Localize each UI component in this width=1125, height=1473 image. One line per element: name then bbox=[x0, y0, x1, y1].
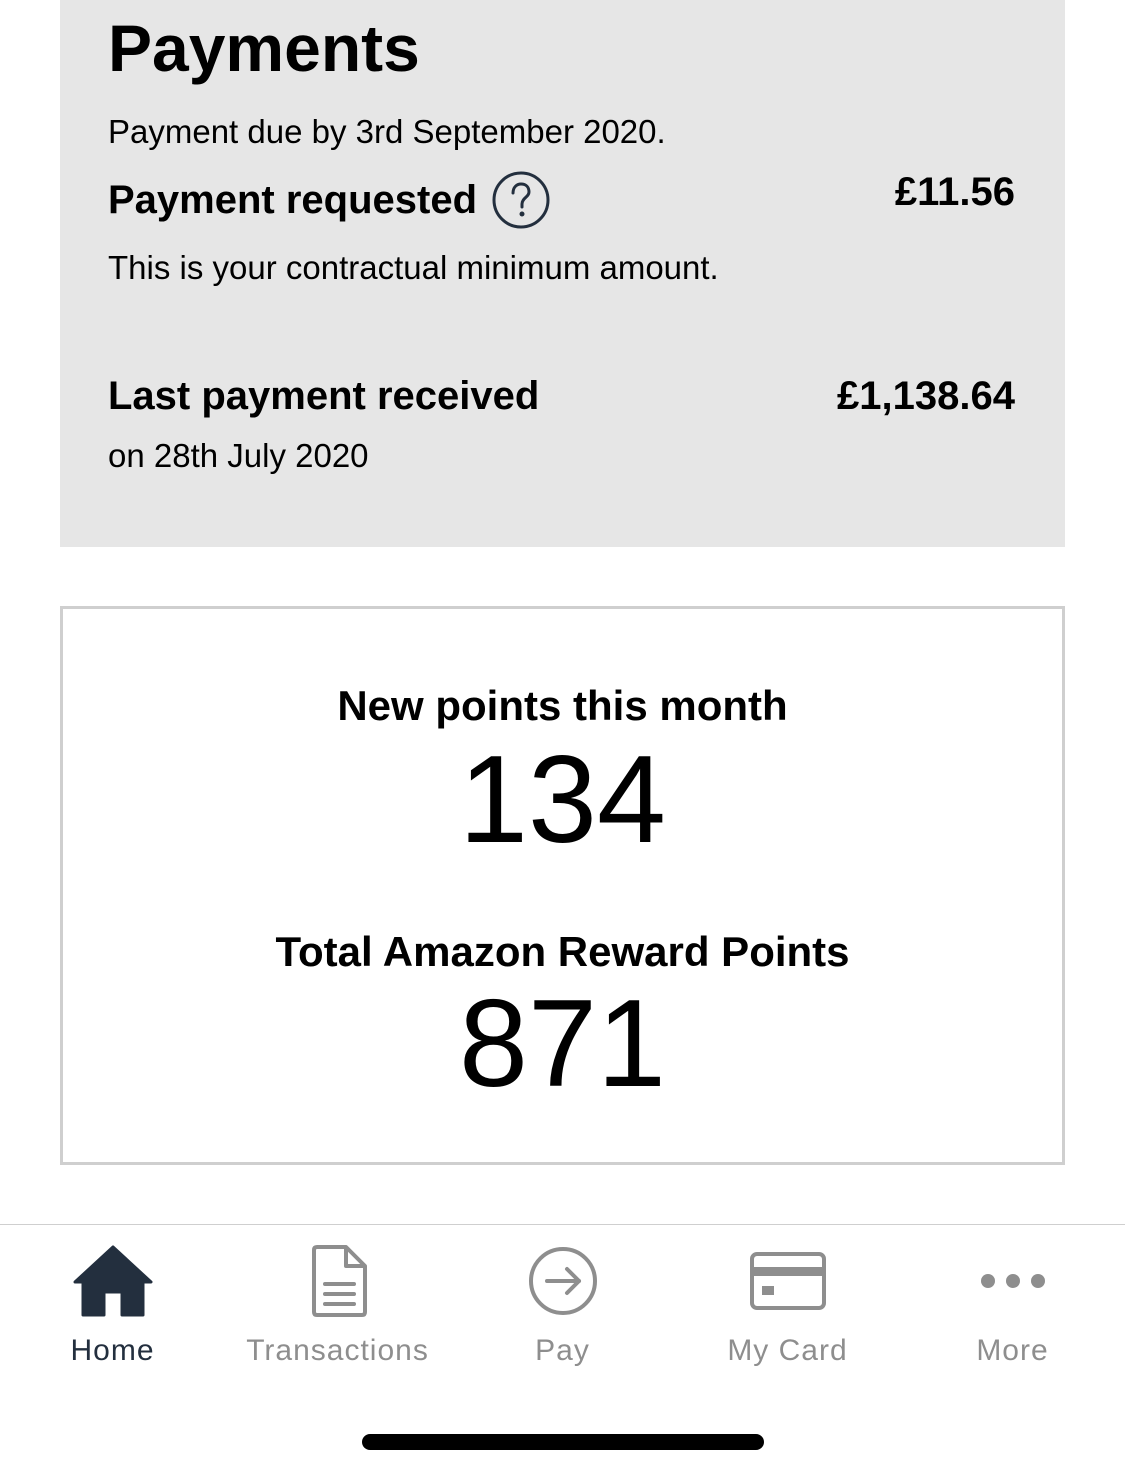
document-icon bbox=[293, 1241, 383, 1321]
payments-card: Payments Payment due by 3rd September 20… bbox=[60, 0, 1065, 547]
tab-transactions[interactable]: Transactions bbox=[225, 1241, 450, 1391]
last-payment-label: Last payment received bbox=[108, 374, 540, 418]
tab-my-card[interactable]: My Card bbox=[675, 1241, 900, 1391]
more-dots-icon bbox=[968, 1241, 1058, 1321]
tab-pay[interactable]: Pay bbox=[450, 1241, 675, 1391]
home-indicator[interactable] bbox=[362, 1434, 764, 1450]
tab-transactions-label: Transactions bbox=[246, 1334, 429, 1367]
card-icon bbox=[743, 1241, 833, 1321]
total-points-label: Total Amazon Reward Points bbox=[275, 928, 850, 975]
tab-home-label: Home bbox=[70, 1334, 155, 1367]
new-points-value: 134 bbox=[459, 731, 666, 869]
help-icon[interactable] bbox=[491, 170, 551, 230]
payment-requested-row: Payment requested bbox=[108, 170, 551, 230]
reward-points-card: New points this month 134 Total Amazon R… bbox=[60, 606, 1065, 1165]
payments-title: Payments bbox=[108, 11, 420, 85]
last-payment-amount: £1,138.64 bbox=[837, 374, 1015, 418]
tab-my-card-label: My Card bbox=[727, 1334, 848, 1367]
tab-more-label: More bbox=[976, 1334, 1049, 1367]
payment-requested-note: This is your contractual minimum amount. bbox=[108, 249, 719, 286]
arrow-circle-icon bbox=[518, 1241, 608, 1321]
payment-due-text: Payment due by 3rd September 2020. bbox=[108, 113, 666, 150]
payment-requested-label: Payment requested bbox=[108, 178, 478, 222]
new-points-label: New points this month bbox=[337, 682, 788, 729]
last-payment-date: on 28th July 2020 bbox=[108, 437, 369, 474]
tab-home[interactable]: Home bbox=[0, 1241, 225, 1391]
total-points-value: 871 bbox=[459, 975, 666, 1113]
home-icon bbox=[68, 1241, 158, 1321]
tab-pay-label: Pay bbox=[535, 1334, 590, 1367]
payment-requested-amount: £11.56 bbox=[894, 170, 1015, 214]
tab-more[interactable]: More bbox=[900, 1241, 1125, 1391]
